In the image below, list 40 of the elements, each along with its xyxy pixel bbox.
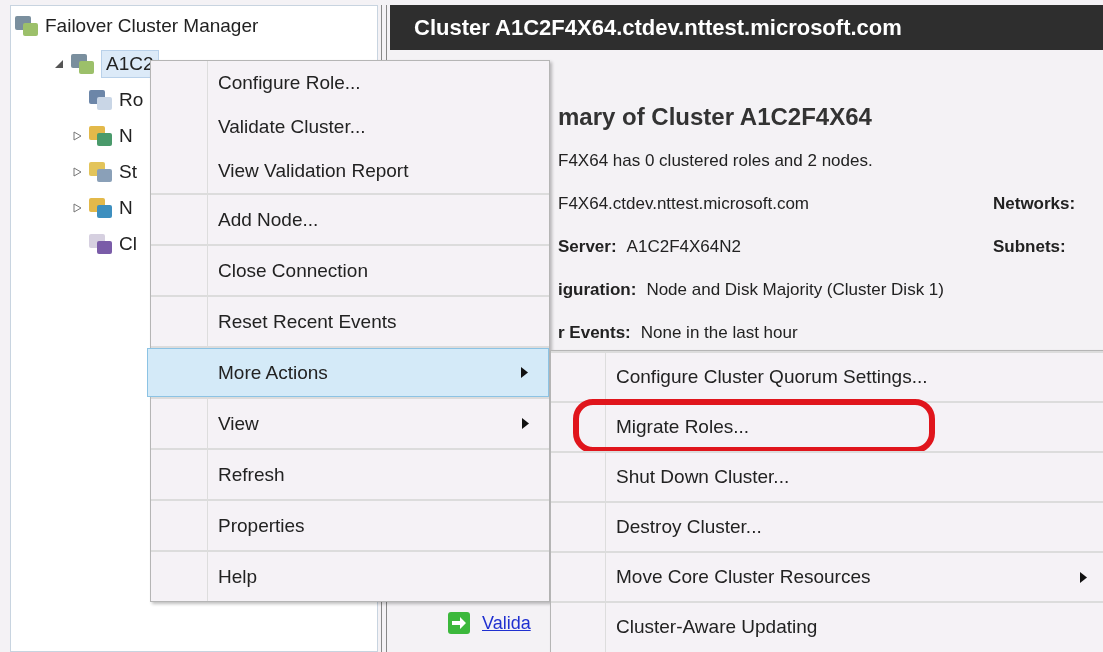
menu-item[interactable]: View [151, 399, 549, 448]
summary-heading: mary of Cluster A1C2F4X64 [558, 102, 873, 132]
tree-title[interactable]: Failover Cluster Manager [45, 15, 259, 37]
collapse-arrow-icon[interactable] [54, 59, 64, 69]
summary-description: F4X64 has 0 clustered roles and 2 nodes. [558, 150, 873, 171]
menu-item[interactable]: Configure Cluster Quorum Settings... [551, 351, 1103, 401]
menu-item[interactable]: Reset Recent Events [151, 297, 549, 346]
expand-arrow-icon[interactable] [72, 167, 82, 177]
menu-item[interactable]: Validate Cluster... [151, 105, 549, 149]
tree-item[interactable]: St [119, 161, 137, 183]
menu-item[interactable]: More Actions [147, 348, 549, 397]
field-value: None in the last hour [640, 322, 798, 343]
field-value: A1C2F4X64N2 [626, 236, 741, 257]
validate-link[interactable]: Valida [482, 612, 531, 634]
tree-item[interactable]: Ro [119, 89, 144, 111]
menu-item[interactable]: Shut Down Cluster... [551, 451, 1103, 501]
cluster-header: Cluster A1C2F4X64.ctdev.nttest.microsoft.com [390, 5, 1103, 50]
menu-item[interactable]: Move Core Cluster Resources [551, 551, 1103, 601]
menu-item[interactable]: Cluster-Aware Updating [551, 601, 1103, 651]
menu-item[interactable]: Properties [151, 501, 549, 550]
menu-item[interactable]: Close Connection [151, 246, 549, 295]
field-label: r Events: [558, 322, 631, 343]
field-value: Node and Disk Majority (Cluster Disk 1) [646, 279, 944, 300]
field-label: Server: [558, 236, 617, 257]
tree-item[interactable]: N [119, 125, 133, 147]
menu-item[interactable]: Add Node... [151, 195, 549, 244]
menu-item[interactable]: Destroy Cluster... [551, 501, 1103, 551]
expand-arrow-icon[interactable] [72, 131, 82, 141]
field-label: Subnets: [993, 236, 1067, 257]
tree-item[interactable]: Cl [119, 233, 137, 255]
field-label: Networks: [993, 193, 1077, 214]
menu-item[interactable]: Migrate Roles... [551, 401, 1103, 451]
expand-arrow-icon[interactable] [72, 203, 82, 213]
menu-item[interactable]: Help [151, 552, 549, 601]
menu-item[interactable]: Refresh [151, 450, 549, 499]
menu-item[interactable]: View Validation Report [151, 149, 549, 193]
tree-item[interactable]: A1C2 [101, 50, 159, 78]
field-value: F4X64.ctdev.nttest.microsoft.com [558, 193, 809, 214]
tree-item[interactable]: N [119, 197, 133, 219]
field-label: iguration: [558, 279, 637, 300]
